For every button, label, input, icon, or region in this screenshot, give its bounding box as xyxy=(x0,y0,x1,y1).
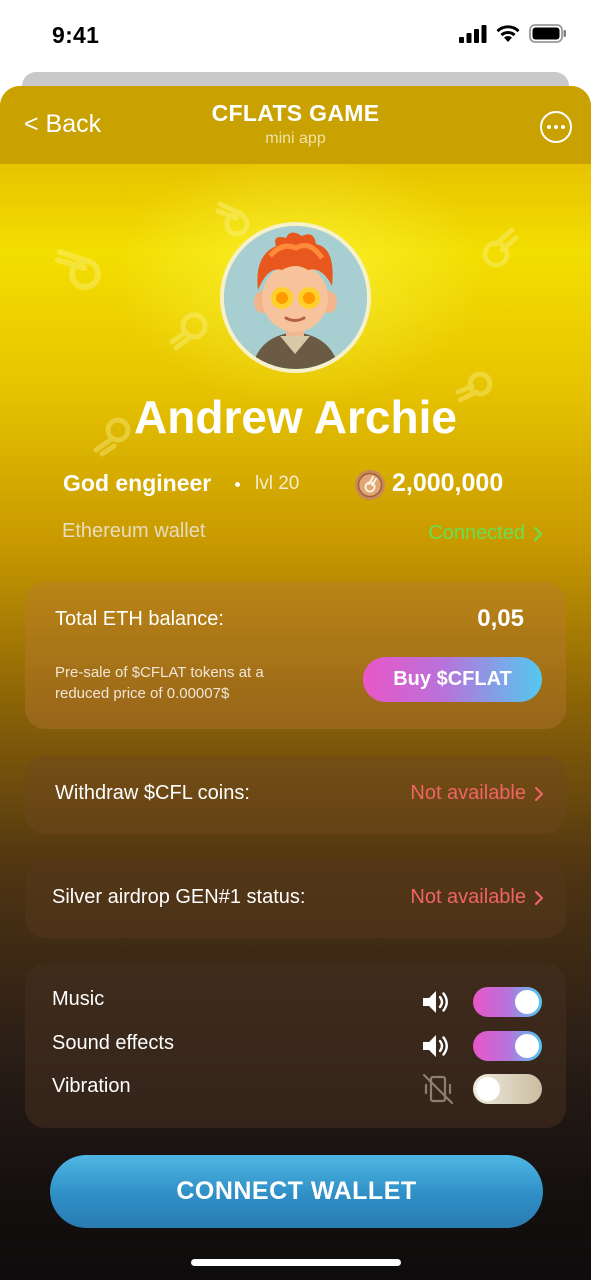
wallet-status-text: Connected xyxy=(428,522,525,544)
coin-balance: 2,000,000 xyxy=(392,469,504,497)
coin-icon xyxy=(355,470,385,500)
connect-wallet-button[interactable]: CONNECT WALLET xyxy=(50,1155,543,1228)
withdraw-label: Withdraw $CFL coins: xyxy=(55,782,250,804)
battery-icon xyxy=(529,24,566,43)
user-name: Andrew Archie xyxy=(134,391,457,443)
user-rank: God engineer xyxy=(63,470,212,496)
avatar xyxy=(220,222,371,373)
more-dot-icon xyxy=(547,125,551,129)
toggle-knob xyxy=(476,1077,500,1101)
signal-icon xyxy=(459,24,487,43)
music-toggle[interactable] xyxy=(473,987,542,1017)
eth-balance-card: Total ETH balance: 0,05 Pre-sale of $CFL… xyxy=(25,582,566,729)
status-bar: 9:41 xyxy=(0,0,591,72)
sound-effects-toggle[interactable] xyxy=(473,1031,542,1061)
airdrop-card[interactable]: Silver airdrop GEN#1 status: Not availab… xyxy=(25,860,566,938)
more-dot-icon xyxy=(561,125,565,129)
speaker-icon[interactable] xyxy=(421,988,451,1016)
toggle-knob xyxy=(515,990,539,1014)
withdraw-status-text: Not available xyxy=(410,782,526,804)
wallet-label: Ethereum wallet xyxy=(62,520,206,542)
setting-label-music: Music xyxy=(52,988,105,1010)
separator-dot xyxy=(235,482,240,487)
withdraw-status[interactable]: Not available xyxy=(410,782,544,805)
app-container: < Back CFLATS GAME mini app Andrew Archi… xyxy=(0,86,591,1280)
toggle-knob xyxy=(515,1034,539,1058)
app-title: CFLATS GAME xyxy=(211,100,380,126)
airdrop-label: Silver airdrop GEN#1 status: xyxy=(52,886,306,908)
chevron-right-icon xyxy=(534,786,544,801)
coin-decoration-icon xyxy=(55,249,101,290)
settings-card: Music Sound effects Vibration xyxy=(25,964,566,1128)
eth-balance-value: 0,05 xyxy=(477,605,524,632)
setting-label-sound-effects: Sound effects xyxy=(52,1032,174,1054)
airdrop-status[interactable]: Not available xyxy=(410,886,544,909)
user-level: lvl 20 xyxy=(255,473,300,494)
speaker-icon[interactable] xyxy=(421,1032,451,1060)
app-header: < Back CFLATS GAME mini app xyxy=(0,86,591,164)
wallet-status-link[interactable]: Connected xyxy=(428,522,543,545)
coin-decoration-icon xyxy=(169,312,208,351)
app-subtitle: mini app xyxy=(265,130,326,147)
more-options-button[interactable] xyxy=(540,111,572,143)
avatar-character-image xyxy=(224,226,367,369)
status-icons xyxy=(459,24,567,43)
chevron-right-icon xyxy=(533,526,543,541)
vibration-toggle[interactable] xyxy=(473,1074,542,1104)
home-indicator[interactable] xyxy=(191,1259,401,1266)
chevron-right-icon xyxy=(534,890,544,905)
coin-decoration-icon xyxy=(482,227,519,268)
airdrop-status-text: Not available xyxy=(410,886,526,908)
more-dot-icon xyxy=(554,125,558,129)
buy-cflat-button[interactable]: Buy $CFLAT xyxy=(363,657,542,702)
eth-balance-label: Total ETH balance: xyxy=(55,608,224,630)
setting-label-vibration: Vibration xyxy=(52,1075,131,1097)
presale-text: Pre-sale of $CFLAT tokens at a reduced p… xyxy=(55,664,264,702)
wifi-icon xyxy=(496,25,520,42)
vibration-off-icon[interactable] xyxy=(421,1072,455,1106)
status-time: 9:41 xyxy=(52,22,100,48)
withdraw-card[interactable]: Withdraw $CFL coins: Not available xyxy=(25,756,566,834)
